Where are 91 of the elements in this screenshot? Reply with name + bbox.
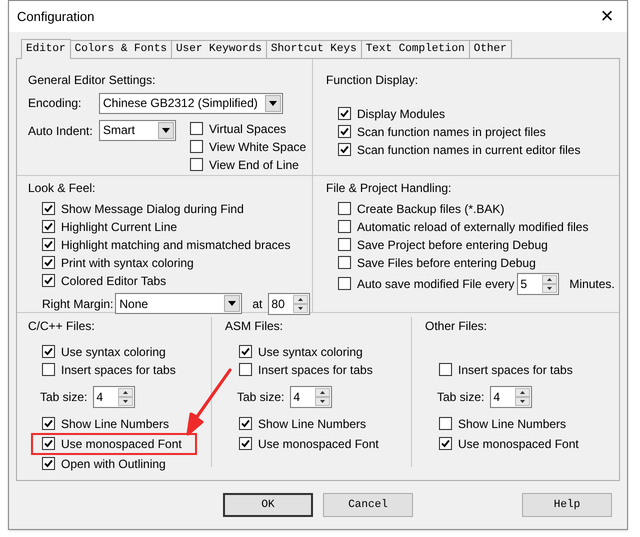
spin-field[interactable]: 80	[268, 292, 310, 315]
close-button[interactable]: ×	[587, 1, 627, 32]
tab[interactable]: Editor	[21, 38, 71, 59]
checkbox[interactable]	[42, 457, 55, 470]
checkbox-label: Use monospaced Font	[458, 436, 579, 453]
checkbox[interactable]	[42, 238, 55, 252]
checkbox[interactable]	[190, 140, 203, 154]
checkbox-label: Save Project before entering Debug	[357, 236, 548, 254]
checkbox-label: Create Backup files (*.BAK)	[357, 200, 504, 218]
checkbox-label: Insert spaces for tabs	[61, 362, 176, 379]
field-label: at	[252, 296, 262, 313]
spin-field[interactable]: 4	[490, 386, 532, 408]
checkbox[interactable]	[42, 345, 55, 358]
checkbox[interactable]	[338, 202, 351, 216]
checkbox-label: Insert spaces for tabs	[258, 362, 373, 379]
spin-field[interactable]: 4	[290, 386, 332, 408]
section-title: C/C++ Files:	[28, 318, 96, 335]
checkbox-label: Auto save modified File every	[357, 276, 514, 293]
spin-arrows-icon	[542, 274, 558, 293]
spin-arrows-icon	[515, 388, 530, 406]
checkbox-label: Use syntax coloring	[258, 344, 363, 361]
checkbox[interactable]	[239, 363, 252, 376]
field-label: Tab size:	[40, 388, 88, 406]
checkbox-label: Save Files before entering Debug	[357, 254, 536, 272]
checkbox[interactable]	[439, 363, 452, 376]
checkbox-label: Highlight Current Line	[61, 218, 178, 236]
dialog-button[interactable]: OK	[223, 493, 313, 518]
window-title: Configuration	[17, 8, 94, 26]
spin-field[interactable]: 4	[93, 386, 136, 408]
checkbox-label: Show Line Numbers	[258, 416, 366, 433]
dialog-button[interactable]: Cancel	[323, 493, 413, 518]
field-label: Minutes.	[569, 276, 615, 293]
checkbox-label: Highlight matching and mismatched braces	[61, 236, 290, 254]
checkbox-label: Insert spaces for tabs	[458, 362, 573, 379]
section-title: Function Display:	[326, 72, 420, 89]
field-label: Auto Indent:	[28, 122, 94, 140]
tab[interactable]: Other	[468, 40, 512, 58]
checkbox-label: Virtual Spaces	[209, 120, 286, 138]
checkbox-label: View End of Line	[209, 156, 299, 174]
section-title: General Editor Settings:	[28, 72, 156, 89]
spin-field[interactable]: 5	[517, 272, 560, 295]
checkbox-label: Show Line Numbers	[458, 416, 566, 433]
checkbox-label: Print with syntax coloring	[61, 254, 194, 272]
section-title: File & Project Handling:	[326, 180, 452, 197]
checkbox[interactable]	[439, 417, 452, 430]
checkbox[interactable]	[42, 202, 55, 216]
checkbox[interactable]	[338, 238, 351, 252]
checkbox-label: Automatic reload of externally modified files	[357, 218, 588, 236]
checkbox[interactable]	[190, 158, 203, 172]
spin-arrows-icon	[293, 294, 308, 313]
dropdown[interactable]: Chinese GB2312 (Simplified)	[99, 92, 283, 114]
spin-arrows-icon	[118, 388, 134, 406]
checkbox[interactable]	[42, 417, 55, 430]
section-title: ASM Files:	[225, 318, 284, 335]
checkbox[interactable]	[439, 437, 452, 450]
field-label: Right Margin:	[42, 296, 114, 313]
checkbox[interactable]	[338, 143, 351, 156]
checkbox[interactable]	[338, 256, 351, 270]
checkbox-label: Show Line Numbers	[61, 416, 170, 433]
checkbox-label: Use syntax coloring	[61, 344, 166, 361]
checkbox-label: Scan function names in current editor files	[357, 142, 580, 159]
checkbox[interactable]	[338, 277, 351, 290]
checkbox[interactable]	[42, 363, 55, 376]
section-title: Other Files:	[425, 318, 488, 335]
checkbox[interactable]	[42, 274, 55, 288]
checkbox[interactable]	[42, 256, 55, 270]
field-label: Tab size:	[437, 388, 484, 406]
checkbox[interactable]	[338, 220, 351, 234]
checkbox[interactable]	[239, 345, 252, 358]
checkbox[interactable]	[338, 125, 351, 138]
checkbox[interactable]	[42, 220, 55, 234]
spin-arrows-icon	[315, 388, 330, 406]
section-title: Look & Feel:	[28, 180, 96, 197]
checkbox[interactable]	[239, 417, 252, 430]
dialog-button[interactable]: Help	[522, 493, 612, 518]
checkbox[interactable]	[190, 122, 203, 136]
checkbox-label: Display Modules	[357, 106, 446, 123]
checkbox-label: Show Message Dialog during Find	[61, 200, 244, 218]
checkbox[interactable]	[42, 437, 55, 450]
checkbox-label: View White Space	[209, 138, 306, 156]
dropdown[interactable]: Smart	[99, 120, 176, 141]
field-label: Tab size:	[237, 388, 284, 406]
field-label: Encoding:	[28, 95, 82, 112]
checkbox-label: Scan function names in project files	[357, 124, 546, 141]
checkbox-label: Use monospaced Font	[258, 436, 379, 453]
dropdown[interactable]: None	[115, 293, 242, 314]
checkbox-label: Open with Outlining	[61, 456, 166, 473]
checkbox-label: Use monospaced Font	[61, 436, 182, 453]
checkbox-label: Colored Editor Tabs	[61, 272, 166, 290]
checkbox[interactable]	[338, 107, 351, 120]
checkbox[interactable]	[239, 437, 252, 450]
